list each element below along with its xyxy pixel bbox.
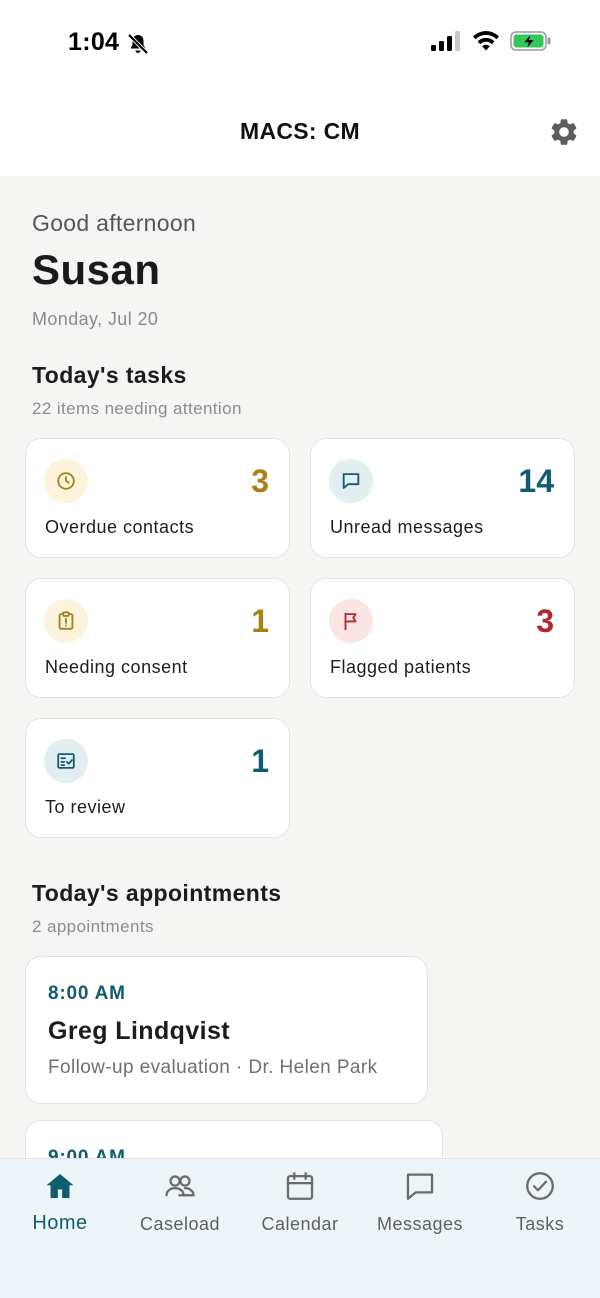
user-name: Susan (32, 246, 161, 293)
check-circle-icon (526, 1172, 554, 1200)
bell-slash-icon (127, 33, 149, 55)
task-card-to-review[interactable]: 1 To review (25, 718, 290, 838)
tasks-section-subtitle: 22 items needing attention (32, 399, 242, 418)
appointment-patient-name: Greg Lindqvist (48, 1017, 231, 1045)
tab-label: Tasks (515, 1214, 565, 1234)
current-date: Monday, Jul 20 (32, 309, 159, 329)
tab-label: Home (32, 1212, 88, 1234)
tasks-section-title: Today's tasks (32, 362, 187, 388)
appointment-time: 8:00 AM (48, 983, 126, 1004)
tab-home[interactable]: Home (0, 1159, 120, 1259)
greeting-salutation: Good afternoon (32, 210, 197, 236)
wifi-icon (473, 31, 499, 51)
appointments-section-subtitle: 2 appointments (32, 917, 154, 936)
task-card-overdue-contacts[interactable]: 3 Overdue contacts (25, 438, 290, 558)
task-label: Overdue contacts (45, 517, 195, 537)
calendar-icon (286, 1172, 314, 1200)
task-count: 1 (251, 743, 269, 779)
tab-label: Calendar (261, 1214, 339, 1234)
cellular-signal-icon (431, 31, 460, 51)
task-count: 3 (251, 463, 269, 499)
task-label: Needing consent (45, 657, 188, 677)
task-card-unread-messages[interactable]: 14 Unread messages (310, 438, 575, 558)
status-bar: 1:04 (0, 0, 600, 90)
clock-icon (44, 459, 88, 503)
battery-charging-icon (510, 31, 551, 51)
task-card-needing-consent[interactable]: 1 Needing consent (25, 578, 290, 698)
home-icon (46, 1173, 74, 1199)
tab-caseload[interactable]: Caseload (120, 1159, 240, 1259)
appointments-section-title: Today's appointments (32, 880, 282, 906)
appointment-card[interactable]: 8:00 AM Greg Lindqvist Follow-up evaluat… (25, 956, 428, 1104)
clipboard-alert-icon (44, 599, 88, 643)
status-time: 1:04 (68, 28, 120, 56)
settings-gear-icon[interactable] (548, 116, 580, 148)
tab-messages[interactable]: Messages (360, 1159, 480, 1259)
tab-label: Caseload (139, 1214, 221, 1234)
tab-label: Messages (376, 1214, 464, 1234)
task-label: Flagged patients (330, 657, 472, 677)
app-header: MACS: CM (0, 90, 600, 176)
flag-icon (329, 599, 373, 643)
people-icon (165, 1175, 195, 1197)
tab-tasks[interactable]: Tasks (480, 1159, 600, 1259)
bottom-tab-bar: Home Caseload Calendar Messages Tasks (0, 1158, 600, 1298)
app-title: MACS: CM (240, 118, 360, 144)
review-checklist-icon (44, 739, 88, 783)
task-card-flagged-patients[interactable]: 3 Flagged patients (310, 578, 575, 698)
message-icon (406, 1173, 434, 1200)
message-icon (329, 459, 373, 503)
task-count: 14 (518, 463, 554, 499)
task-label: Unread messages (330, 517, 484, 537)
task-count: 1 (251, 603, 269, 639)
task-count: 3 (536, 603, 554, 639)
tab-calendar[interactable]: Calendar (240, 1159, 360, 1259)
appointment-details: Follow-up evaluation · Dr. Helen Park (48, 1057, 378, 1078)
task-label: To review (45, 797, 126, 817)
